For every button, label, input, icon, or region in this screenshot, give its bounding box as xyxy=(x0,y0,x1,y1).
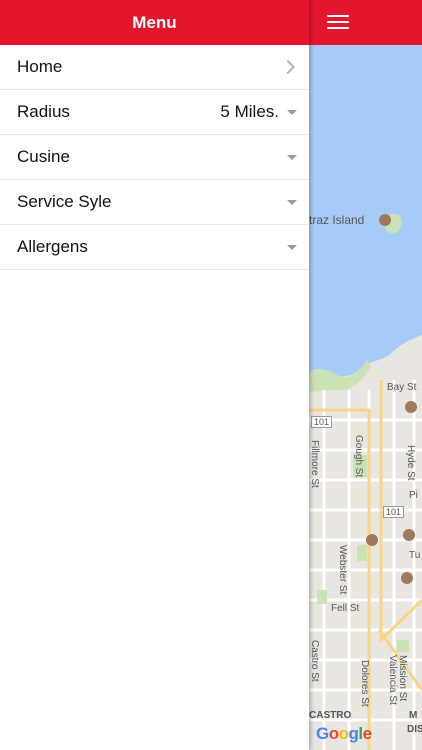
menu-item-label: Cusine xyxy=(17,147,70,166)
dropdown-caret-icon xyxy=(287,199,297,205)
menu-title: Menu xyxy=(132,12,177,32)
dropdown-caret-icon xyxy=(287,244,297,250)
mission-district-label-m: M xyxy=(409,710,418,721)
menu-item-label: Home xyxy=(17,57,63,76)
menu-item-label: Service Syle xyxy=(17,192,112,211)
dropdown-caret-icon xyxy=(287,154,297,160)
dolores-st-label: Dolores St xyxy=(359,660,370,707)
radius-value: 5 Miles. xyxy=(220,102,279,121)
map-graphic xyxy=(309,0,422,750)
side-menu-drawer: Menu Home Radius 5 Miles. Cusine Service… xyxy=(0,0,309,750)
menu-item-allergens[interactable]: Allergens xyxy=(0,225,309,270)
chevron-right-icon xyxy=(280,59,296,75)
google-attribution-logo: Google xyxy=(316,724,372,743)
tu-label: Tu xyxy=(409,550,421,561)
island-label: traz Island xyxy=(309,213,365,227)
castro-st-label: Castro St xyxy=(309,640,320,682)
valencia-st-label: Valencia St xyxy=(387,655,398,705)
fillmore-st-label: Fillmore St xyxy=(309,440,320,488)
menu-item-cuisine[interactable]: Cusine xyxy=(0,135,309,180)
fell-st-label: Fell St xyxy=(331,603,360,614)
webster-st-label: Webster St xyxy=(337,545,348,595)
highway-101-shield: 101 xyxy=(311,416,333,428)
menu-item-label: Radius xyxy=(17,102,70,121)
mission-st-label: Mission St xyxy=(397,655,408,702)
menu-item-label: Allergens xyxy=(17,237,88,256)
menu-item-radius[interactable]: Radius 5 Miles. xyxy=(0,90,309,135)
hamburger-menu-icon[interactable] xyxy=(327,15,349,29)
highway-101-shield-2: 101 xyxy=(383,506,405,518)
bay-st-label: Bay St xyxy=(387,382,417,393)
map-header-bar xyxy=(309,0,422,45)
mission-district-label-dis: DIS xyxy=(407,724,422,735)
menu-item-home[interactable]: Home xyxy=(0,45,309,90)
castro-district-label: CASTRO xyxy=(309,710,352,721)
pi-label: Pi xyxy=(409,490,418,501)
map-view[interactable]: traz Island Bay St 101 101 Gough St Hyde… xyxy=(309,0,422,750)
menu-item-service-style[interactable]: Service Syle xyxy=(0,180,309,225)
dropdown-caret-icon xyxy=(287,109,297,115)
hyde-st-label: Hyde St xyxy=(405,445,416,481)
menu-header: Menu xyxy=(0,0,309,45)
gough-st-label: Gough St xyxy=(353,435,364,478)
